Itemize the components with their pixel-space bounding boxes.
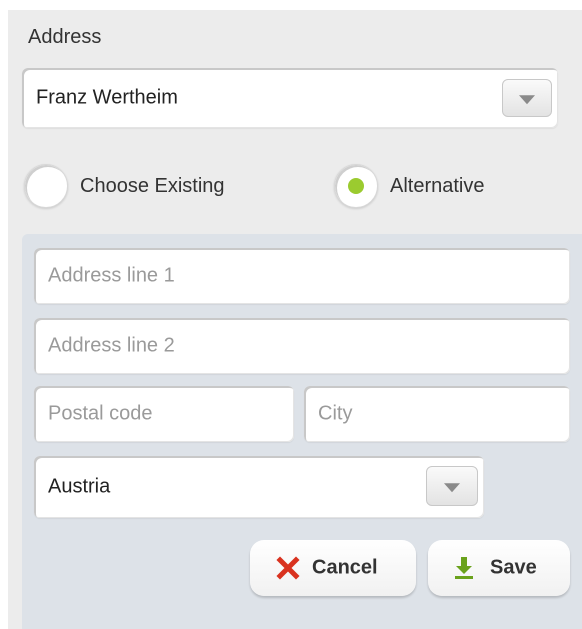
country-select[interactable]: Austria [34,456,484,518]
address-label: Address [28,26,102,48]
download-icon [455,557,473,579]
chevron-down-icon [444,483,460,493]
address-line-1-input[interactable]: Address line 1 [34,248,570,304]
radio-choose-existing-label: Choose Existing [80,175,225,197]
country-dropdown-button[interactable] [426,466,478,506]
address-line-1-placeholder: Address line 1 [48,264,175,287]
postal-code-input[interactable]: Postal code [34,386,294,442]
postal-code-placeholder: Postal code [48,402,153,425]
country-select-value: Austria [48,475,111,498]
radio-selected-dot [348,178,364,194]
cancel-button[interactable]: Cancel [250,540,416,596]
close-icon [276,556,300,580]
address-dropdown-button[interactable] [502,79,552,117]
radio-choose-existing[interactable]: Choose Existing [24,164,284,208]
radio-alternative-circle [334,164,378,208]
save-button[interactable]: Save [428,540,570,596]
city-input[interactable]: City [304,386,570,442]
save-button-label: Save [490,556,537,579]
address-select[interactable]: Franz Wertheim [22,68,558,128]
address-line-2-placeholder: Address line 2 [48,334,175,357]
address-select-value: Franz Wertheim [36,86,178,109]
radio-alternative-label: Alternative [390,175,485,197]
radio-choose-existing-circle [24,164,68,208]
cancel-button-label: Cancel [312,556,378,579]
radio-alternative[interactable]: Alternative [334,164,534,208]
address-line-2-input[interactable]: Address line 2 [34,318,570,374]
city-placeholder: City [318,402,353,425]
chevron-down-icon [519,95,535,105]
